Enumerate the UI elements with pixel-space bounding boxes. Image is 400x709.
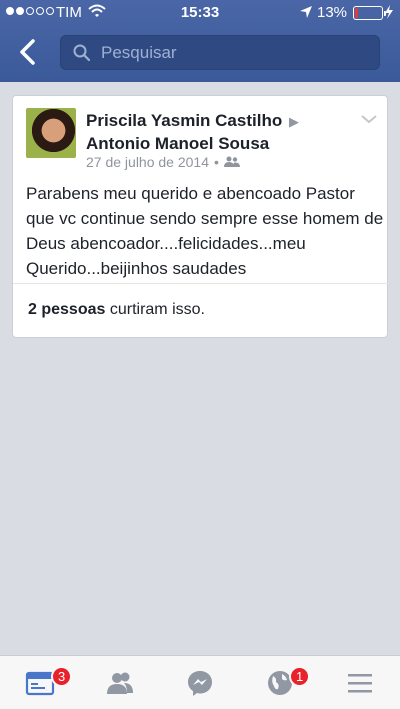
right-triangle-icon: ▶ <box>288 114 299 129</box>
meta-separator: • <box>214 154 219 170</box>
messenger-icon <box>188 671 212 696</box>
tab-notifications[interactable]: 1 <box>240 656 320 709</box>
chevron-left-icon <box>20 39 35 65</box>
battery-level <box>355 8 359 18</box>
avatar[interactable] <box>26 108 76 158</box>
status-bar: TIM 15:33 13% <box>0 0 400 26</box>
tab-friend-requests[interactable] <box>80 656 160 709</box>
search-bar[interactable] <box>60 35 380 70</box>
post-card: Priscila Yasmin Castilho ▶ Antonio Manoe… <box>12 95 389 338</box>
friends-icon <box>107 672 133 694</box>
tab-messenger[interactable] <box>160 656 240 709</box>
search-icon <box>73 44 91 62</box>
divider <box>13 283 389 284</box>
recipient-name[interactable]: Antonio Manoel Sousa <box>86 134 269 153</box>
likes-text: curtiram isso. <box>105 301 205 318</box>
post-header: Priscila Yasmin Castilho ▶ Antonio Manoe… <box>86 110 366 155</box>
friends-audience-icon <box>223 156 240 167</box>
battery-percentage: 13% <box>317 4 348 21</box>
post-text: Parabens meu querido e abencoado Pastor … <box>26 184 384 278</box>
back-button[interactable] <box>14 36 44 68</box>
tab-more[interactable] <box>320 656 400 709</box>
notifications-badge: 1 <box>289 666 311 687</box>
menu-icon <box>348 674 372 693</box>
charging-bolt-icon <box>385 5 393 19</box>
post-date[interactable]: 27 de julho de 2014 <box>86 154 209 170</box>
location-arrow-icon <box>300 6 312 18</box>
likes-summary[interactable]: 2 pessoas curtiram isso. <box>28 301 205 319</box>
tab-news-feed[interactable]: 3 <box>0 656 80 709</box>
battery-icon <box>353 6 386 20</box>
search-input[interactable] <box>101 36 371 69</box>
author-name[interactable]: Priscila Yasmin Castilho <box>86 111 282 130</box>
chevron-down-icon[interactable] <box>360 113 378 125</box>
news-feed-badge: 3 <box>51 666 73 687</box>
likes-count[interactable]: 2 pessoas <box>28 301 105 318</box>
post-meta: 27 de julho de 2014 • <box>86 154 240 170</box>
tab-bar: 3 1 <box>0 655 400 709</box>
top-bar: TIM 15:33 13% <box>0 0 400 82</box>
